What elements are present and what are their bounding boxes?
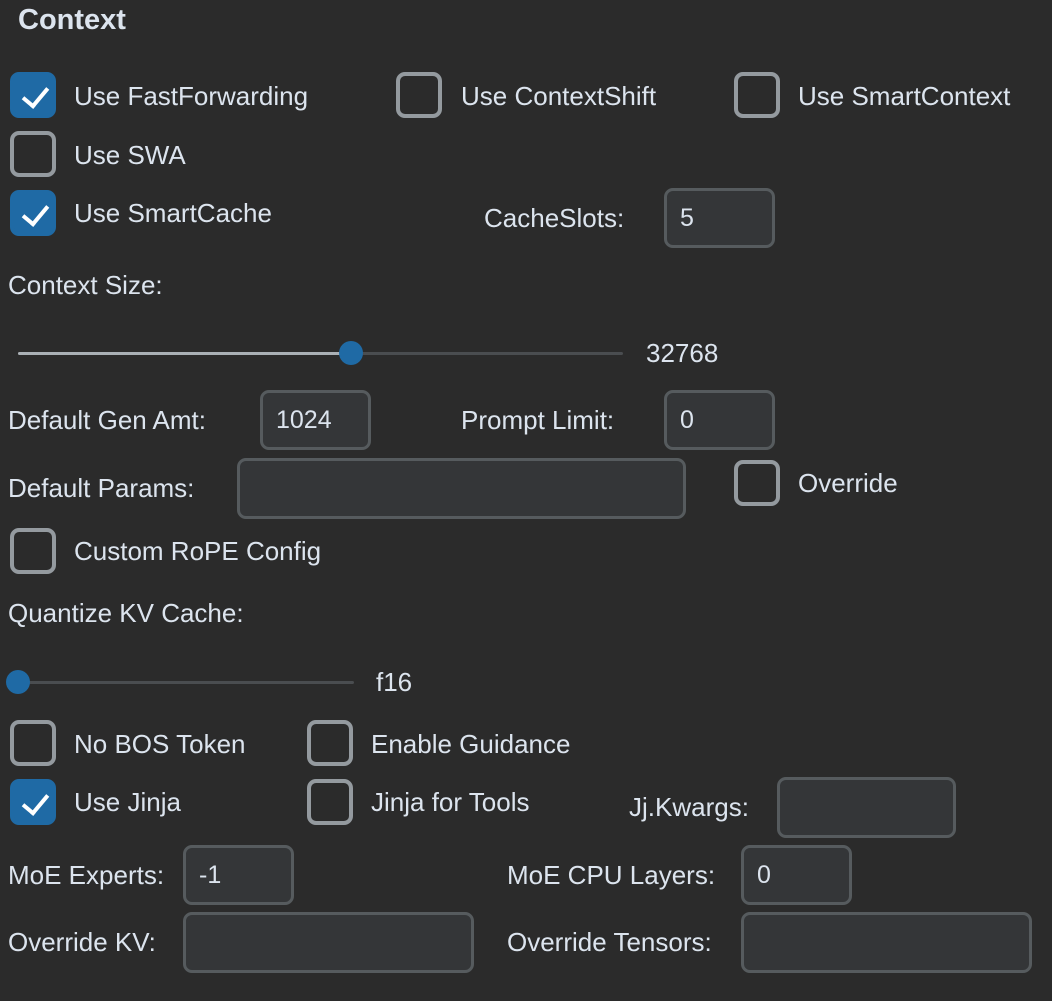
- no-bos-checkbox[interactable]: [10, 720, 56, 766]
- smartcontext-label: Use SmartContext: [798, 81, 1011, 111]
- override-label: Override: [798, 468, 898, 498]
- override-tensors-input[interactable]: [741, 912, 1032, 973]
- jinja-checkbox[interactable]: [10, 779, 56, 825]
- default-params-label: Default Params:: [8, 473, 195, 503]
- moe-experts-input[interactable]: -1: [183, 845, 294, 905]
- no-bos-label: No BOS Token: [74, 729, 246, 759]
- section-title: Context: [18, 4, 126, 36]
- jj-kwargs-input[interactable]: [777, 777, 956, 838]
- gen-amt-label: Default Gen Amt:: [8, 405, 206, 435]
- swa-label: Use SWA: [74, 140, 186, 170]
- jinja-tools-label: Jinja for Tools: [371, 787, 530, 817]
- custom-rope-label: Custom RoPE Config: [74, 536, 322, 566]
- smartcache-checkbox[interactable]: [10, 190, 56, 236]
- cacheslots-input[interactable]: 5: [664, 188, 775, 248]
- context-size-slider-fill: [18, 352, 351, 355]
- jj-kwargs-label: Jj.Kwargs:: [629, 792, 749, 822]
- smartcontext-checkbox[interactable]: [734, 72, 780, 118]
- jinja-tools-checkbox[interactable]: [307, 779, 353, 825]
- override-kv-label: Override KV:: [8, 927, 156, 957]
- prompt-limit-label: Prompt Limit:: [461, 405, 615, 435]
- override-kv-input[interactable]: [183, 912, 474, 973]
- guidance-checkbox[interactable]: [307, 720, 353, 766]
- fastforwarding-label: Use FastForwarding: [74, 81, 309, 111]
- context-size-value: 32768: [646, 338, 719, 368]
- fastforwarding-checkbox[interactable]: [10, 72, 56, 118]
- prompt-limit-input[interactable]: 0: [664, 390, 775, 450]
- default-params-input[interactable]: [237, 458, 686, 519]
- quantize-kv-value: f16: [376, 667, 413, 697]
- context-size-slider-handle[interactable]: [338, 341, 363, 365]
- swa-checkbox[interactable]: [10, 131, 56, 177]
- contextshift-label: Use ContextShift: [461, 81, 657, 111]
- override-tensors-label: Override Tensors:: [507, 927, 712, 957]
- quantize-kv-slider-track[interactable]: [8, 681, 354, 684]
- quantize-kv-slider-handle[interactable]: [6, 670, 30, 694]
- moe-experts-label: MoE Experts:: [8, 860, 165, 890]
- cacheslots-label: CacheSlots:: [484, 203, 625, 233]
- custom-rope-checkbox[interactable]: [10, 528, 56, 574]
- context-size-label: Context Size:: [8, 270, 163, 300]
- smartcache-label: Use SmartCache: [74, 198, 272, 228]
- jinja-label: Use Jinja: [74, 787, 181, 817]
- override-checkbox[interactable]: [734, 460, 780, 506]
- moe-cpu-layers-input[interactable]: 0: [741, 845, 852, 905]
- contextshift-checkbox[interactable]: [396, 72, 442, 118]
- moe-cpu-layers-label: MoE CPU Layers:: [507, 860, 716, 890]
- quantize-kv-label: Quantize KV Cache:: [8, 598, 244, 628]
- guidance-label: Enable Guidance: [371, 729, 571, 759]
- gen-amt-input[interactable]: 1024: [260, 390, 371, 450]
